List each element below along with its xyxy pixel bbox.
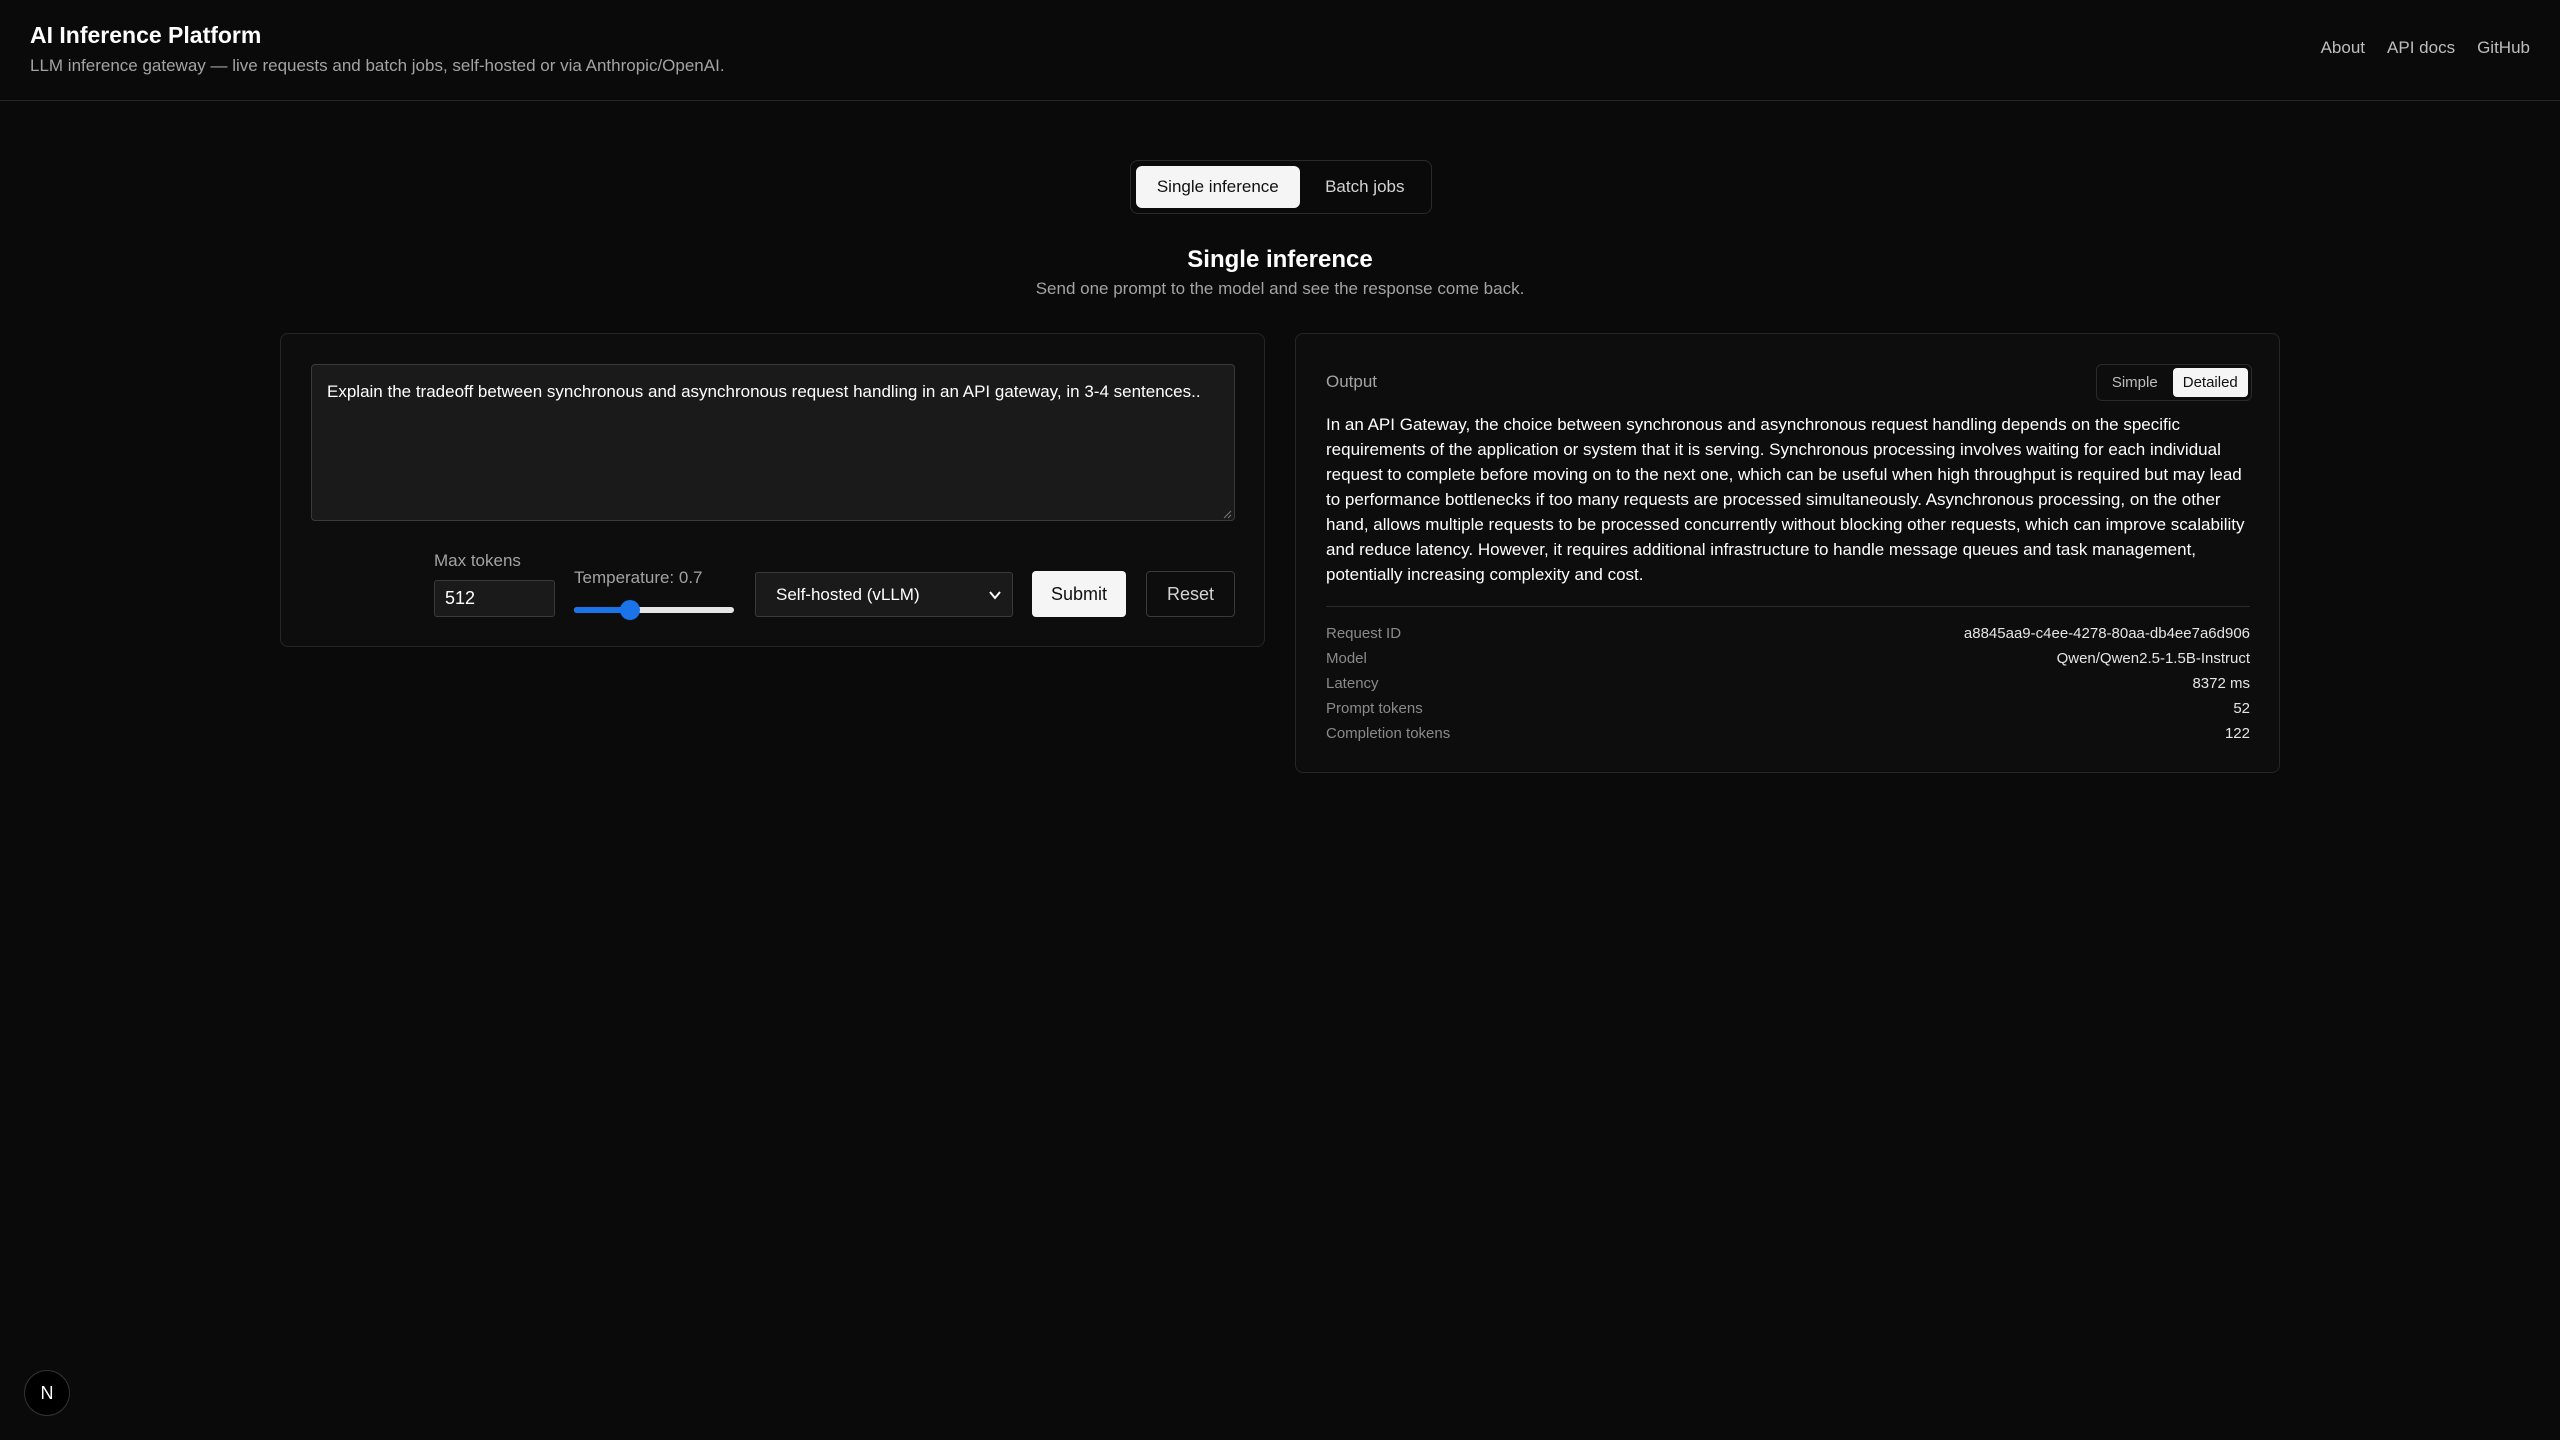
- app-subtitle: LLM inference gateway — live requests an…: [30, 56, 725, 75]
- submit-button[interactable]: Submit: [1032, 571, 1126, 617]
- nextjs-logo-icon: N: [41, 1383, 54, 1403]
- reset-button[interactable]: Reset: [1146, 571, 1235, 617]
- mode-tabs: Single inference Batch jobs: [1130, 160, 1432, 214]
- page-title: Single inference: [1187, 246, 1373, 273]
- meta-key: Latency: [1326, 675, 1379, 692]
- meta-row-prompt-tokens: Prompt tokens 52: [1326, 696, 2250, 721]
- meta-value: a8845aa9-c4ee-4278-80aa-db4ee7a6d906: [1963, 625, 2250, 642]
- output-label: Output: [1326, 372, 1378, 391]
- view-toggle: Simple Detailed: [2096, 364, 2252, 401]
- tab-batch-jobs[interactable]: Batch jobs: [1304, 166, 1426, 208]
- max-tokens-label: Max tokens: [434, 551, 521, 570]
- meta-row-model: Model Qwen/Qwen2.5-1.5B-Instruct: [1326, 646, 2250, 671]
- response-metadata: Request ID a8845aa9-c4ee-4278-80aa-db4ee…: [1326, 621, 2250, 746]
- max-tokens-input[interactable]: [434, 580, 555, 617]
- model-select[interactable]: Self-hosted (vLLM): [755, 572, 1013, 617]
- svg-text:N: N: [41, 1383, 54, 1403]
- meta-row-latency: Latency 8372 ms: [1326, 671, 2250, 696]
- temperature-slider[interactable]: [574, 600, 734, 620]
- output-card: Output Simple Detailed In an API Gateway…: [1295, 333, 2280, 773]
- prompt-card: Explain the tradeoff between synchronous…: [280, 333, 1265, 647]
- nextjs-dev-badge[interactable]: N: [24, 1370, 70, 1416]
- chevron-down-icon: [989, 591, 1001, 600]
- meta-value: Qwen/Qwen2.5-1.5B-Instruct: [2056, 650, 2250, 667]
- slider-thumb[interactable]: [620, 600, 640, 620]
- page-description: Send one prompt to the model and see the…: [1035, 279, 1525, 298]
- model-select-value: Self-hosted (vLLM): [776, 584, 920, 604]
- resize-grip-icon[interactable]: [1222, 509, 1232, 519]
- meta-value: 122: [2224, 725, 2250, 742]
- prompt-input[interactable]: Explain the tradeoff between synchronous…: [311, 364, 1235, 521]
- nav-link-api-docs[interactable]: API docs: [2387, 38, 2455, 58]
- top-nav: About API docs GitHub: [2321, 38, 2530, 58]
- view-simple-button[interactable]: Simple: [2100, 368, 2170, 397]
- meta-row-request-id: Request ID a8845aa9-c4ee-4278-80aa-db4ee…: [1326, 621, 2250, 646]
- meta-key: Model: [1326, 650, 1367, 667]
- top-header: AI Inference Platform LLM inference gate…: [0, 0, 2560, 101]
- divider: [1326, 606, 2250, 607]
- meta-value: 52: [2233, 700, 2250, 717]
- meta-key: Completion tokens: [1326, 725, 1451, 742]
- meta-key: Request ID: [1326, 625, 1402, 642]
- tab-single-inference[interactable]: Single inference: [1136, 166, 1300, 208]
- nav-link-github[interactable]: GitHub: [2477, 38, 2530, 58]
- nav-link-about[interactable]: About: [2321, 38, 2365, 58]
- view-detailed-button[interactable]: Detailed: [2172, 368, 2248, 397]
- meta-value: 8372 ms: [2192, 675, 2250, 692]
- meta-key: Prompt tokens: [1326, 700, 1423, 717]
- app-title: AI Inference Platform: [30, 22, 262, 48]
- temperature-label: Temperature: 0.7: [574, 568, 703, 587]
- output-text: In an API Gateway, the choice between sy…: [1326, 415, 2245, 584]
- meta-row-completion-tokens: Completion tokens 122: [1326, 721, 2250, 746]
